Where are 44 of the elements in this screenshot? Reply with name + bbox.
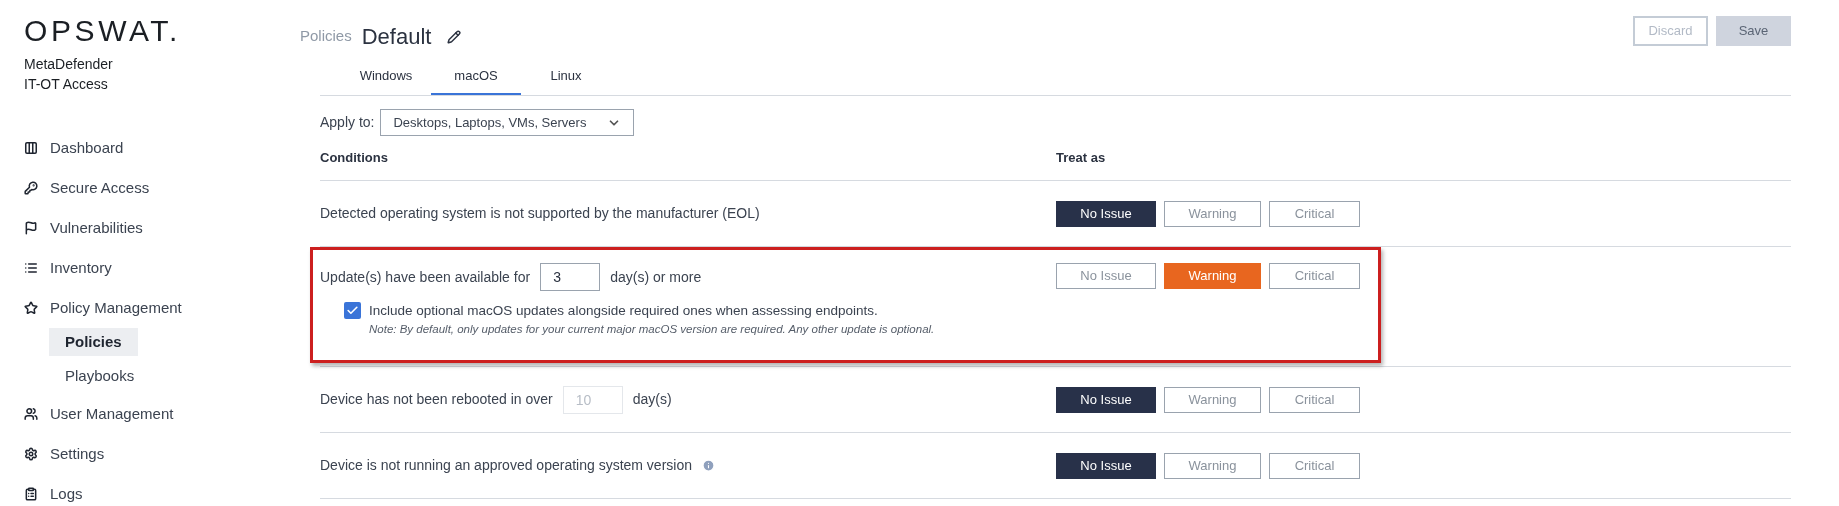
nav-item[interactable]: Vulnerabilities (24, 208, 300, 248)
settings-icon (24, 447, 38, 461)
nav-item[interactable]: Inventory (24, 248, 300, 288)
brand-logo: OPSWAT. (24, 16, 182, 46)
star-icon (24, 301, 38, 315)
condition-text: Update(s) have been available for (320, 267, 531, 287)
condition-text: Device has not been rebooted in over (320, 390, 553, 409)
product-name: IT-OT Access (24, 75, 109, 94)
nav-item[interactable]: User Management (24, 394, 300, 434)
nav-item[interactable]: Settings (24, 434, 300, 474)
column-header: Treat as (1056, 149, 1106, 168)
condition-text: Device is not running an approved operating system version (320, 456, 692, 475)
checkbox[interactable] (344, 302, 361, 319)
os-tab[interactable]: Linux (521, 59, 611, 95)
nav-item[interactable]: Policy Management (24, 288, 300, 328)
clipboard-icon (24, 487, 38, 501)
treat-as-option[interactable]: No Issue (1056, 200, 1156, 227)
check-icon (346, 304, 359, 317)
info-icon[interactable] (702, 459, 715, 472)
days-suffix: day(s) (632, 390, 672, 409)
nav-subitem[interactable]: Playbooks (49, 362, 151, 390)
page-title: Default (361, 23, 432, 51)
condition-text: Detected operating system is not supported by the manufacturer (EOL) (320, 204, 760, 223)
nav-item[interactable]: Logs (24, 474, 300, 506)
days-suffix: day(s) or more (610, 267, 702, 287)
os-tab[interactable]: macOS (431, 59, 521, 95)
treat-as-option[interactable]: No Issue (1056, 452, 1156, 479)
nav-item[interactable]: Dashboard (24, 128, 300, 168)
nav-subitem[interactable]: Policies (49, 328, 138, 356)
column-header: Conditions (320, 149, 389, 168)
note-text: Note: By default, only updates for your current major macOS version are required. Any other update is optional. (369, 322, 935, 338)
days-field[interactable]: 3 (540, 263, 601, 291)
users-icon (24, 407, 38, 421)
columns-icon (24, 141, 38, 155)
edit-icon[interactable] (447, 29, 462, 44)
key-icon (24, 181, 38, 195)
nav-item[interactable]: Secure Access (24, 168, 300, 208)
list-icon (24, 261, 38, 275)
apply-to-label: Apply to: (320, 113, 375, 132)
product-name: MetaDefender (24, 55, 114, 74)
apply-to-dropdown[interactable]: Desktops, Laptops, VMs, Servers (380, 109, 635, 136)
flag-icon (24, 221, 38, 235)
os-tab[interactable]: Windows (341, 59, 431, 95)
checkbox-label: Include optional macOS updates alongside required ones when assessing endpoints. (369, 302, 879, 320)
